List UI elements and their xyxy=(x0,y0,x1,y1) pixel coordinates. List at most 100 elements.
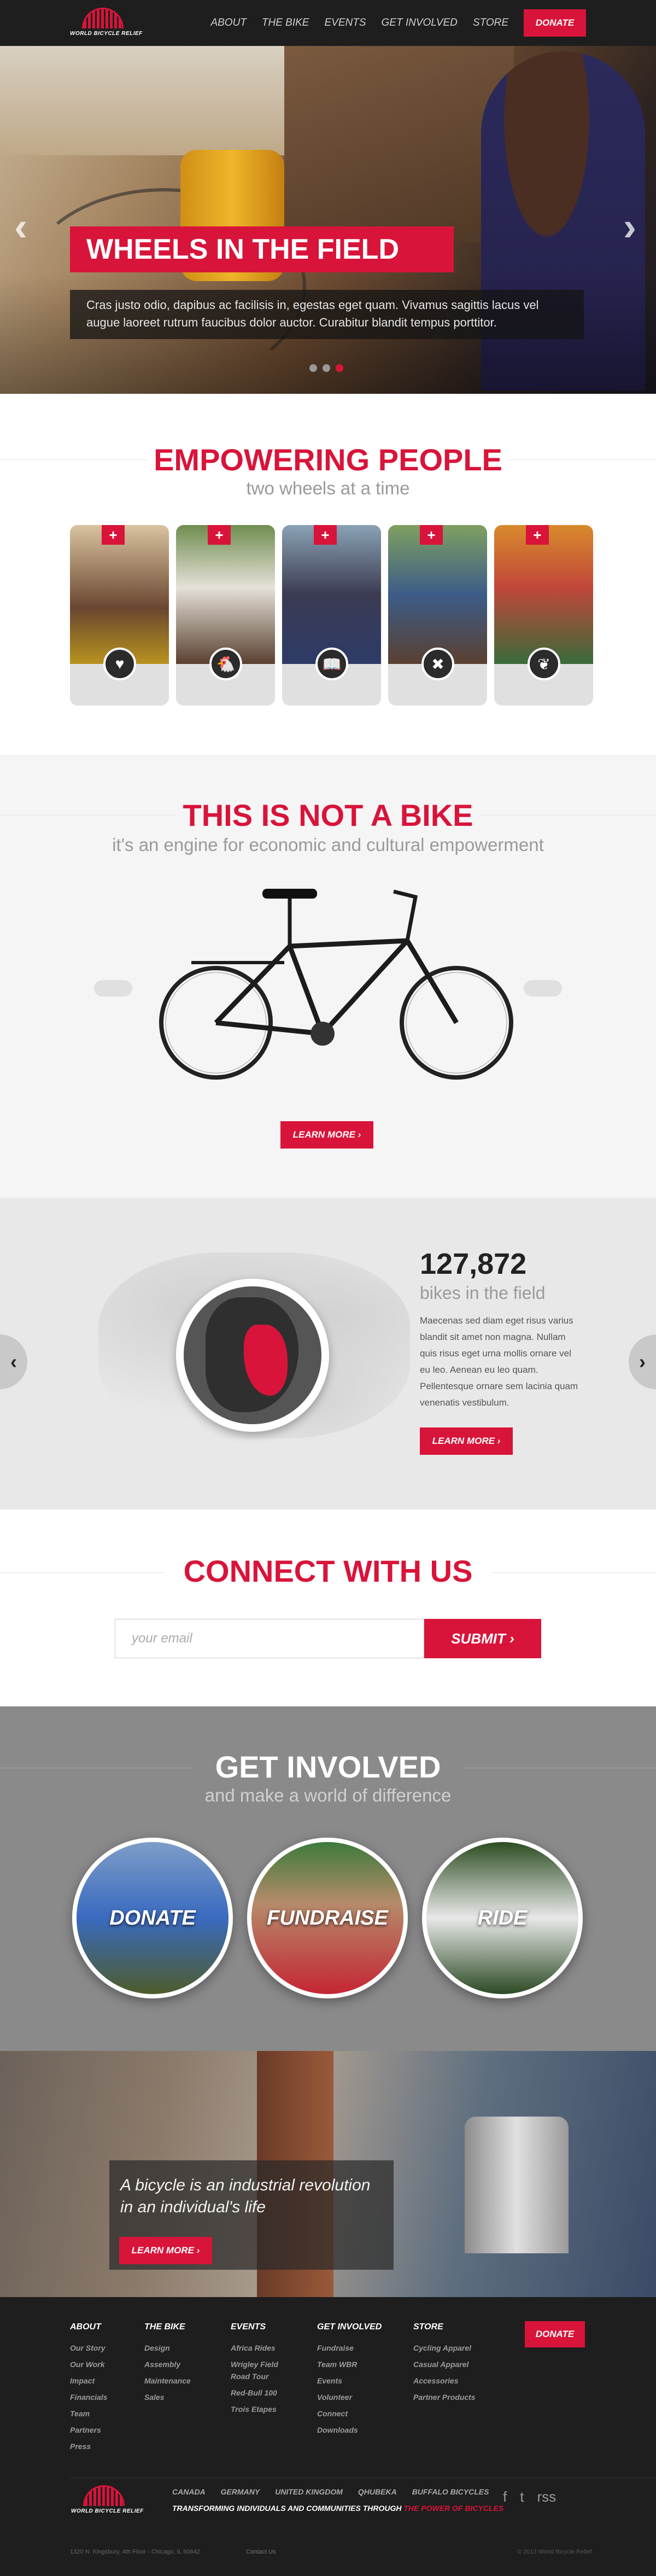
donate-circle[interactable]: DONATE xyxy=(72,1838,233,1998)
footer-address: 1320 N. Kingsbury, 4th Floor - Chicago, … xyxy=(70,2549,200,2555)
learn-more-button[interactable]: LEARN MORE › xyxy=(420,1427,513,1455)
hero-dot[interactable] xyxy=(323,364,330,372)
ride-label: RIDE xyxy=(477,1906,528,1930)
rotate-right-arrow-icon[interactable] xyxy=(524,980,562,996)
ride-circle[interactable]: RIDE xyxy=(422,1838,583,1998)
copyright: © 2013 World Bicycle Relief xyxy=(517,2549,592,2555)
footer-link[interactable]: Partner Products xyxy=(413,2389,476,2405)
rss-icon[interactable]: rss xyxy=(537,2488,556,2505)
nav-get-involved[interactable]: GET INVOLVED xyxy=(382,17,458,29)
facebook-icon[interactable]: f xyxy=(503,2488,507,2505)
site-header: WORLD BICYCLE RELIEF ABOUT THE BIKE EVEN… xyxy=(0,0,656,46)
person-card[interactable]: + ✖ xyxy=(388,525,487,706)
person-card[interactable]: + 📖 xyxy=(282,525,381,706)
plus-icon[interactable]: + xyxy=(208,525,231,545)
fundraise-label: FUNDRAISE xyxy=(267,1906,388,1930)
learn-more-button[interactable]: LEARN MORE › xyxy=(280,1121,373,1149)
plus-icon[interactable]: + xyxy=(526,525,549,545)
country-link[interactable]: CANADA xyxy=(172,2487,206,2496)
nav-about[interactable]: ABOUT xyxy=(210,17,246,29)
hero-prev-arrow-icon[interactable]: ‹ xyxy=(14,205,27,249)
donate-label: DONATE xyxy=(109,1906,196,1930)
footer-link[interactable]: Red-Bull 100 xyxy=(231,2385,296,2401)
footer-col-bike: THE BIKE Design Assembly Maintenance Sal… xyxy=(144,2322,191,2405)
logo-wheel-icon xyxy=(83,2485,125,2506)
donate-button[interactable]: DONATE xyxy=(524,9,586,37)
footer-tagline: TRANSFORMING INDIVIDUALS AND COMMUNITIES… xyxy=(172,2504,503,2513)
footer-link[interactable]: Wrigley Field Road Tour xyxy=(231,2356,296,2385)
person-photo xyxy=(388,525,487,664)
hero-caption: Cras justo odio, dapibus ac facilisis in… xyxy=(70,290,584,339)
person-photo xyxy=(176,525,275,664)
footer-link[interactable]: Trois Etapes xyxy=(231,2401,296,2417)
footer-link[interactable]: Press xyxy=(70,2438,107,2455)
get-involved-section: GET INVOLVED and make a world of differe… xyxy=(0,1706,656,2051)
hero-dot[interactable] xyxy=(309,364,317,372)
logo-text: WORLD BICYCLE RELIEF xyxy=(70,31,143,37)
country-link[interactable]: UNITED KINGDOM xyxy=(275,2487,343,2496)
footer-heading[interactable]: GET INVOLVED xyxy=(317,2322,382,2332)
footer-donate-button[interactable]: DONATE xyxy=(525,2321,585,2347)
plus-icon[interactable]: + xyxy=(420,525,443,545)
footer-link[interactable]: Our Work xyxy=(70,2356,107,2373)
section-subtitle: it's an engine for economic and cultural… xyxy=(112,835,544,855)
hero-next-arrow-icon[interactable]: › xyxy=(623,205,636,249)
footer-link[interactable]: Sales xyxy=(144,2389,191,2405)
plus-icon[interactable]: + xyxy=(102,525,125,545)
footer-link[interactable]: Fundraise xyxy=(317,2340,382,2356)
learn-more-button[interactable]: LEARN MORE › xyxy=(119,2237,212,2264)
footer-heading[interactable]: THE BIKE xyxy=(144,2322,191,2332)
country-link[interactable]: QHUBEKA xyxy=(358,2487,397,2496)
fundraise-circle[interactable]: FUNDRAISE xyxy=(247,1838,408,1998)
footer-link[interactable]: Partners xyxy=(70,2422,107,2438)
country-link[interactable]: GERMANY xyxy=(221,2487,260,2496)
footer-link[interactable]: Volunteer xyxy=(317,2389,382,2405)
footer-link[interactable]: Africa Rides xyxy=(231,2340,296,2356)
country-link[interactable]: BUFFALO BICYCLES xyxy=(412,2487,489,2496)
hero-title: WHEELS IN THE FIELD xyxy=(70,226,454,272)
logo-wheel-icon xyxy=(82,8,124,28)
person-photo xyxy=(282,525,381,664)
footer-heading[interactable]: STORE xyxy=(413,2322,476,2332)
hero-dot-active[interactable] xyxy=(336,364,343,372)
footer-link[interactable]: Financials xyxy=(70,2389,107,2405)
africa-map-circle[interactable] xyxy=(176,1279,329,1432)
contact-link[interactable]: Contact Us xyxy=(246,2549,276,2555)
logo[interactable]: WORLD BICYCLE RELIEF xyxy=(70,7,143,39)
footer-link[interactable]: Team WBR xyxy=(317,2356,382,2373)
footer-link[interactable]: Casual Apparel xyxy=(413,2356,476,2373)
footer-heading[interactable]: EVENTS xyxy=(231,2322,296,2332)
submit-button[interactable]: SUBMIT › xyxy=(424,1619,541,1658)
footer-logo[interactable]: WORLD BICYCLE RELIEF xyxy=(71,2484,144,2517)
footer-link[interactable]: Team xyxy=(70,2405,107,2422)
footer-link[interactable]: Design xyxy=(144,2340,191,2356)
nav-the-bike[interactable]: THE BIKE xyxy=(262,17,309,29)
rotate-left-arrow-icon[interactable] xyxy=(94,980,132,996)
people-cards: + ♥ + 🐔 + 📖 + ✖ + ❦ xyxy=(70,525,593,706)
person-card[interactable]: + 🐔 xyxy=(176,525,275,706)
footer-link[interactable]: Our Story xyxy=(70,2340,107,2356)
card-icon: 🐔 xyxy=(209,648,242,680)
footer-col-involved: GET INVOLVED Fundraise Team WBR Events V… xyxy=(317,2322,382,2438)
person-card[interactable]: + ❦ xyxy=(494,525,593,706)
footer-link[interactable]: Cycling Apparel xyxy=(413,2340,476,2356)
plus-icon[interactable]: + xyxy=(314,525,337,545)
email-input[interactable]: your email xyxy=(115,1619,424,1658)
footer-link[interactable]: Impact xyxy=(70,2373,107,2389)
tagline-highlight: THE POWER OF BICYCLES xyxy=(403,2504,504,2513)
person-card[interactable]: + ♥ xyxy=(70,525,169,706)
logo-text: WORLD BICYCLE RELIEF xyxy=(71,2508,144,2514)
person-photo xyxy=(70,525,169,664)
footer-link[interactable]: Connect xyxy=(317,2405,382,2422)
footer-link[interactable]: Assembly xyxy=(144,2356,191,2373)
twitter-icon[interactable]: t xyxy=(520,2488,524,2505)
section-title: EMPOWERING PEOPLE xyxy=(154,442,502,477)
nav-store[interactable]: STORE xyxy=(473,17,508,29)
section-title: THIS IS NOT A BIKE xyxy=(183,798,473,832)
nav-events[interactable]: EVENTS xyxy=(324,17,366,29)
footer-link[interactable]: Maintenance xyxy=(144,2373,191,2389)
footer-heading[interactable]: ABOUT xyxy=(70,2322,107,2332)
footer-link[interactable]: Events xyxy=(317,2373,382,2389)
footer-link[interactable]: Accessories xyxy=(413,2373,476,2389)
footer-link[interactable]: Downloads xyxy=(317,2422,382,2438)
